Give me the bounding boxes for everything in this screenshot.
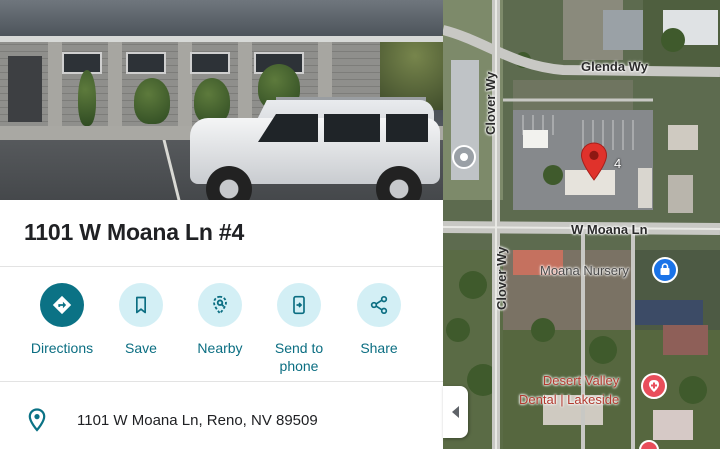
place-title: 1101 W Moana Ln #4 [24,219,245,245]
address-text: 1101 W Moana Ln, Reno, NV 89509 [77,412,318,429]
poi-label-desert-valley-dental[interactable]: Desert Valley Dental | Lakeside [519,371,619,409]
divider [0,381,443,382]
road-label-clover-wy-north: Clover Wy [483,71,498,135]
medical-icon[interactable] [639,440,659,449]
caret-left-icon [451,406,459,418]
medical-icon[interactable] [641,373,667,399]
nearby-icon [213,295,227,315]
place-photo[interactable] [0,0,443,200]
save-button[interactable]: Save [101,283,181,357]
directions-button[interactable]: Directions [22,283,102,357]
bookmark-icon [136,296,146,314]
road-label-w-moana-ln: W Moana Ln [571,222,648,237]
action-buttons: Directions Save Nearby Send to phone Sha… [0,283,443,378]
collapse-panel-button[interactable] [443,386,468,438]
shopping-bag-icon[interactable] [652,257,678,283]
share-icon [370,296,388,315]
share-label: Share [360,340,398,356]
location-pin-icon [28,408,46,432]
directions-label: Directions [30,340,94,356]
poi-label-moana-nursery[interactable]: Moana Nursery [540,263,629,278]
save-label: Save [125,340,157,356]
nearby-button[interactable]: Nearby [180,283,260,357]
address-row[interactable]: 1101 W Moana Ln, Reno, NV 89509 [0,395,443,445]
send-to-phone-button[interactable]: Send to phone [259,283,339,375]
divider [0,266,443,267]
nearby-label: Nearby [197,340,243,356]
share-button[interactable]: Share [339,283,419,357]
map-view[interactable]: Glenda Wy Clover Wy W Moana Ln Clover Wy… [443,0,720,449]
place-pin-icon[interactable] [580,142,608,182]
directions-icon [52,295,72,315]
place-panel: 1101 W Moana Ln #4 Directions Save Nearb… [0,0,443,449]
send-to-phone-label: Send to phone [274,340,324,374]
send-to-phone-icon [293,295,305,315]
road-label-glenda-wy: Glenda Wy [581,59,648,74]
road-label-clover-wy-south: Clover Wy [494,246,509,310]
pin-label: 4 [614,156,622,171]
